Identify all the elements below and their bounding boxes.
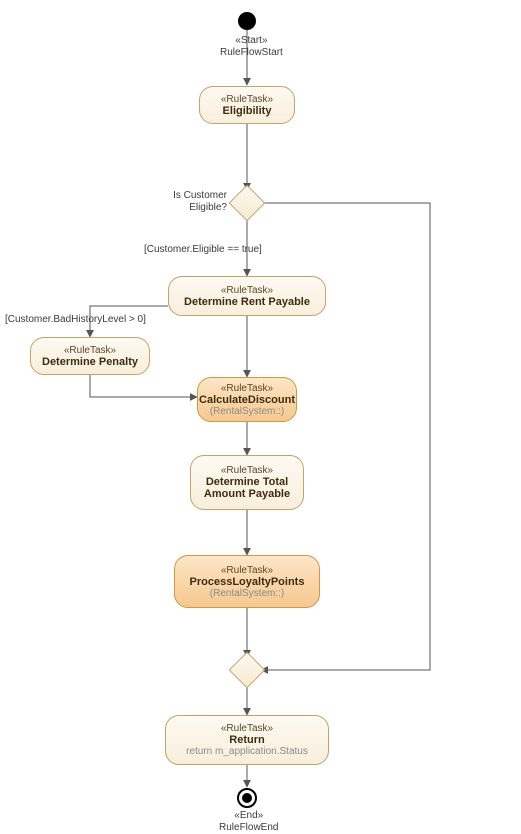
guard-badhistory: [Customer.BadHistoryLevel > 0] xyxy=(5,314,146,326)
ruletask-penalty[interactable]: «RuleTask» Determine Penalty xyxy=(30,337,150,375)
decision-eligible-label: Is Customer Eligible? xyxy=(165,190,227,214)
end-node[interactable] xyxy=(237,788,257,808)
guard-eligible: [Customer.Eligible == true] xyxy=(144,244,262,256)
start-label: «Start»RuleFlowStart xyxy=(220,35,283,59)
merge-node[interactable] xyxy=(229,652,266,689)
ruletask-loyaltypoints[interactable]: «RuleTask» ProcessLoyaltyPoints (RentalS… xyxy=(174,555,320,608)
decision-eligible[interactable] xyxy=(229,185,266,222)
start-node[interactable] xyxy=(238,12,256,30)
ruletask-discount[interactable]: «RuleTask» CalculateDiscount (RentalSyst… xyxy=(197,377,297,422)
ruletask-rent-payable[interactable]: «RuleTask» Determine Rent Payable xyxy=(168,276,326,316)
ruletask-total[interactable]: «RuleTask» Determine Total Amount Payabl… xyxy=(190,455,304,510)
end-label: «End»RuleFlowEnd xyxy=(219,810,278,834)
ruletask-return[interactable]: «RuleTask» Return return m_application.S… xyxy=(165,715,329,765)
ruletask-eligibility[interactable]: «RuleTask» Eligibility xyxy=(199,86,295,124)
